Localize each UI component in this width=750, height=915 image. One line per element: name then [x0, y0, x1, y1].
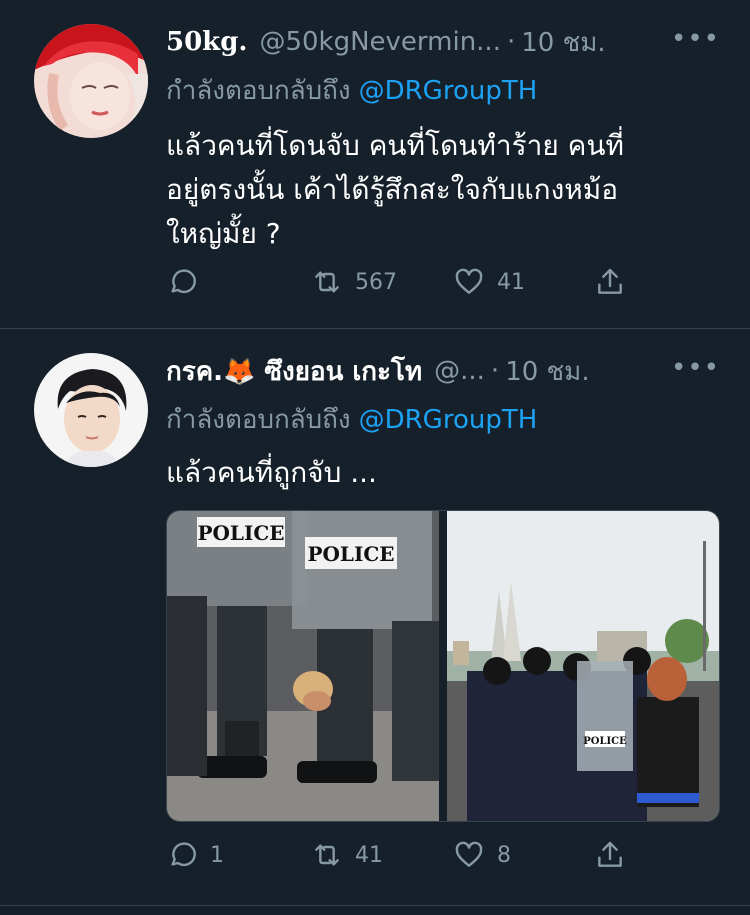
replying-label: กำลังตอบกลับถึง: [166, 76, 351, 106]
heart-icon: [455, 841, 483, 867]
avatar[interactable]: [34, 24, 148, 138]
display-name[interactable]: กรค.🦊 ซึงยอน เกะโท: [166, 351, 422, 392]
tweet-text-line: ใหญ่มั้ย ?: [166, 217, 281, 250]
like-button[interactable]: 41: [453, 266, 525, 298]
retweet-button[interactable]: 41: [311, 839, 383, 871]
mention-link[interactable]: @DRGroupTH: [359, 76, 538, 106]
more-options-icon[interactable]: •••: [671, 24, 720, 54]
reply-count: 1: [210, 842, 224, 868]
share-button[interactable]: [594, 839, 626, 871]
tweet-text: แล้วคนที่โดนจับ คนที่โดนทำร้าย คนที่ อยู…: [166, 124, 726, 256]
photo-police-crowd[interactable]: POLICE: [447, 511, 719, 821]
like-button[interactable]: 8: [453, 839, 511, 871]
replying-label: กำลังตอบกลับถึง: [166, 405, 351, 435]
heart-icon: [455, 268, 483, 294]
tweet-2[interactable]: กรค.🦊 ซึงยอน เกะโท @... · 10 ชม. ••• กำล…: [0, 329, 750, 905]
reply-button[interactable]: 1: [166, 839, 224, 871]
tweet-text-line: แล้วคนที่โดนจับ คนที่โดนทำร้าย คนที่: [166, 129, 624, 162]
reply-button[interactable]: [166, 266, 210, 298]
divider: [0, 905, 750, 906]
display-name[interactable]: 50kg.: [166, 27, 247, 57]
reply-icon: [171, 842, 196, 867]
separator-dot: ·: [506, 27, 516, 57]
replying-to: กำลังตอบกลับถึง @DRGroupTH: [166, 70, 537, 111]
user-handle[interactable]: @...: [434, 356, 485, 386]
retweet-button[interactable]: 567: [311, 266, 397, 298]
timestamp[interactable]: 10 ชม.: [521, 22, 605, 63]
tweet-actions: 567 41: [166, 266, 726, 306]
separator-dot: ·: [490, 356, 500, 386]
tweet-header: 50kg. @50kgNevermin... · 10 ชม. •••: [166, 22, 720, 62]
tweet-1[interactable]: 50kg. @50kgNevermin... · 10 ชม. ••• กำลั…: [0, 0, 750, 328]
shield-label: POLICE: [307, 542, 394, 566]
retweet-count: 567: [355, 269, 397, 295]
tweet-header: กรค.🦊 ซึงยอน เกะโท @... · 10 ชม. •••: [166, 351, 720, 391]
like-count: 8: [497, 842, 511, 868]
like-count: 41: [497, 269, 525, 295]
avatar[interactable]: [34, 353, 148, 467]
reply-icon: [171, 269, 196, 294]
replying-to: กำลังตอบกลับถึง @DRGroupTH: [166, 399, 537, 440]
share-button[interactable]: [594, 266, 626, 298]
retweet-icon: [315, 844, 339, 866]
retweet-count: 41: [355, 842, 383, 868]
tweet-text-line: แล้วคนที่ถูกจับ ...: [166, 456, 377, 489]
user-handle[interactable]: @50kgNevermin...: [259, 27, 501, 57]
more-options-icon[interactable]: •••: [671, 353, 720, 383]
share-icon: [598, 268, 622, 294]
retweet-icon: [315, 271, 339, 293]
tweet-actions: 1 41 8: [166, 839, 726, 879]
photo-police-line[interactable]: POLICE POLICE: [167, 511, 439, 821]
shield-label: POLICE: [197, 521, 284, 545]
mention-link[interactable]: @DRGroupTH: [359, 405, 538, 435]
tweet-media[interactable]: POLICE POLICE POLICE: [166, 510, 720, 822]
share-icon: [598, 841, 622, 867]
timestamp[interactable]: 10 ชม.: [505, 351, 589, 392]
tweet-text-line: อยู่ตรงนั้น เค้าได้รู้สึกสะใจกับแกงหม้อ: [166, 173, 619, 206]
tweet-text: แล้วคนที่ถูกจับ ...: [166, 451, 726, 495]
shield-label: POLICE: [583, 736, 627, 747]
